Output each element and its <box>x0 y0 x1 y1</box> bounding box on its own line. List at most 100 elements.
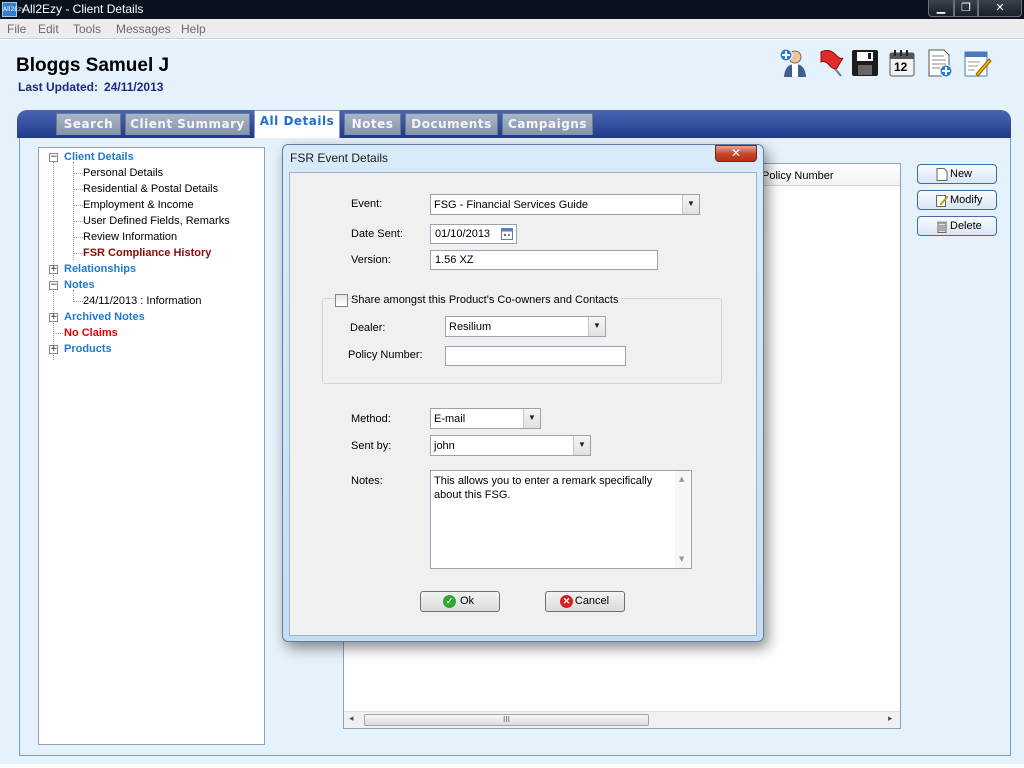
chevron-down-icon[interactable]: ▼ <box>523 409 540 428</box>
trash-icon <box>937 221 947 233</box>
sent-by-value: john <box>434 440 455 452</box>
tree-node-residential-postal[interactable]: Residential & Postal Details <box>83 183 218 195</box>
save-icon[interactable] <box>850 48 880 78</box>
last-updated-value: 24/11/2013 <box>104 80 164 94</box>
new-button-label: New <box>950 168 973 180</box>
tab-notes[interactable]: Notes <box>344 113 401 135</box>
date-picker-icon[interactable] <box>501 228 513 240</box>
menu-tools[interactable]: Tools <box>73 22 101 36</box>
last-updated: Last Updated: 24/11/2013 <box>18 80 169 94</box>
tree-expand-products[interactable]: + <box>49 345 58 354</box>
notes-scrollbar[interactable]: ▲ ▼ <box>675 471 691 568</box>
modify-button[interactable]: Modify <box>917 190 997 210</box>
event-label: Event: <box>351 198 383 210</box>
tab-client-summary[interactable]: Client Summary <box>125 113 250 135</box>
policy-number-label: Policy Number: <box>348 349 423 361</box>
tree-node-fsr-compliance-history[interactable]: FSR Compliance History <box>83 247 211 259</box>
cancel-button-label: Cancel <box>574 595 610 607</box>
tree-collapse-notes[interactable]: − <box>49 281 58 290</box>
calendar-icon[interactable]: 12 <box>887 48 917 78</box>
tree-node-client-details[interactable]: Client Details <box>64 151 134 163</box>
edit-note-icon[interactable] <box>962 48 992 78</box>
share-checkbox[interactable] <box>335 294 348 307</box>
dialog-close-button[interactable]: ✕ <box>715 145 757 162</box>
delete-button[interactable]: Delete <box>917 216 997 236</box>
delete-button-label: Delete <box>950 220 982 232</box>
method-label: Method: <box>351 413 391 425</box>
new-document-icon <box>936 168 948 181</box>
add-user-icon[interactable] <box>779 48 809 78</box>
column-header-policy-number[interactable]: Policy Number <box>760 164 900 186</box>
version-label: Version: <box>351 254 391 266</box>
tree-collapse-client-details[interactable]: − <box>49 153 58 162</box>
ok-button-label: Ok <box>459 595 475 607</box>
scroll-right-icon[interactable]: ▸ <box>888 714 893 724</box>
tree-node-relationships[interactable]: Relationships <box>64 263 136 275</box>
tree-expand-archived-notes[interactable]: + <box>49 313 58 322</box>
client-name: Bloggs Samuel J <box>16 55 170 76</box>
tab-all-details[interactable]: All Details <box>254 110 340 138</box>
close-window-button[interactable]: ✕ <box>978 0 1022 17</box>
maximize-button[interactable]: ❐ <box>954 0 978 17</box>
tree-node-no-claims[interactable]: No Claims <box>64 327 118 339</box>
title-bar: All2Ezy All2Ezy - Client Details ▁ ❐ ✕ <box>0 0 1024 19</box>
scroll-thumb[interactable]: III <box>364 714 649 726</box>
menu-bar: File Edit Tools Messages Help <box>0 19 1024 39</box>
dealer-select[interactable]: Resilium ▼ <box>445 316 606 337</box>
tab-search[interactable]: Search <box>56 113 121 135</box>
chevron-down-icon[interactable]: ▼ <box>588 317 605 336</box>
scroll-up-icon[interactable]: ▲ <box>679 475 684 483</box>
sent-by-select[interactable]: john ▼ <box>430 435 591 456</box>
horizontal-scrollbar[interactable]: ◂ III ▸ <box>344 711 900 728</box>
event-value: FSG - Financial Services Guide <box>434 199 589 211</box>
share-label[interactable]: Share amongst this Product's Co-owners a… <box>351 294 622 306</box>
method-select[interactable]: E-mail ▼ <box>430 408 541 429</box>
tree-expand-relationships[interactable]: + <box>49 265 58 274</box>
details-tree: − Client Details Personal Details Reside… <box>38 147 265 745</box>
sent-by-label: Sent by: <box>351 440 392 452</box>
share-group-box <box>322 298 722 384</box>
new-button[interactable]: New <box>917 164 997 184</box>
ok-button[interactable]: ✓ Ok <box>420 591 500 612</box>
cancel-button[interactable]: ✕ Cancel <box>545 591 625 612</box>
date-sent-label: Date Sent: <box>351 228 403 240</box>
tree-node-products[interactable]: Products <box>64 343 112 355</box>
tab-documents[interactable]: Documents <box>405 113 498 135</box>
tab-campaigns[interactable]: Campaigns <box>502 113 593 135</box>
menu-messages[interactable]: Messages <box>116 22 171 36</box>
chevron-down-icon[interactable]: ▼ <box>682 195 699 214</box>
date-sent-field[interactable]: 01/10/2013 <box>430 224 517 244</box>
menu-file[interactable]: File <box>7 22 26 36</box>
tree-node-review-information[interactable]: Review Information <box>83 231 177 243</box>
policy-number-field[interactable] <box>445 346 626 366</box>
menu-help[interactable]: Help <box>181 22 206 36</box>
event-select[interactable]: FSG - Financial Services Guide ▼ <box>430 194 700 215</box>
scroll-down-icon[interactable]: ▼ <box>679 555 684 563</box>
menu-edit[interactable]: Edit <box>38 22 59 36</box>
cancel-icon: ✕ <box>560 595 573 608</box>
window-title: All2Ezy - Client Details <box>22 2 144 16</box>
chevron-down-icon[interactable]: ▼ <box>573 436 590 455</box>
checkmark-icon: ✓ <box>443 595 456 608</box>
modify-button-label: Modify <box>950 194 983 206</box>
tree-node-employment-income[interactable]: Employment & Income <box>83 199 194 211</box>
notes-textarea[interactable]: This allows you to enter a remark specif… <box>430 470 692 569</box>
tree-node-note-entry[interactable]: 24/11/2013 : Information <box>83 295 201 307</box>
date-sent-value: 01/10/2013 <box>435 228 491 240</box>
last-updated-label: Last Updated: <box>18 80 99 94</box>
app-logo: All2Ezy <box>2 2 25 17</box>
new-document-icon[interactable] <box>924 48 954 78</box>
tree-node-personal-details[interactable]: Personal Details <box>83 167 163 179</box>
dialog-title: FSR Event Details <box>290 151 389 165</box>
scroll-left-icon[interactable]: ◂ <box>349 714 354 724</box>
minimize-button[interactable]: ▁ <box>928 0 954 17</box>
method-value: E-mail <box>434 413 466 425</box>
tree-node-user-defined-fields[interactable]: User Defined Fields, Remarks <box>83 215 230 227</box>
tree-node-archived-notes[interactable]: Archived Notes <box>64 311 145 323</box>
notes-label: Notes: <box>351 475 383 487</box>
dealer-value: Resilium <box>449 321 492 333</box>
tree-node-notes[interactable]: Notes <box>64 279 95 291</box>
calendar-day: 12 <box>894 60 908 74</box>
flag-icon[interactable] <box>815 48 845 78</box>
version-field[interactable]: 1.56 XZ <box>430 250 658 270</box>
